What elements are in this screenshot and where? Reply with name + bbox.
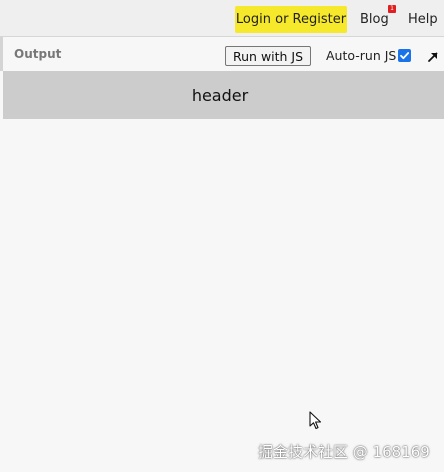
auto-run-js-checkbox[interactable] — [398, 49, 411, 62]
mouse-pointer-icon — [309, 411, 323, 431]
preview-header-block: header — [3, 71, 444, 119]
output-toolbar: Output Run with JS Auto-run JS — [0, 37, 444, 71]
run-with-js-button[interactable]: Run with JS — [225, 46, 312, 66]
watermark: 掘金技术社区 @ 168169 — [258, 443, 430, 461]
login-register-button[interactable]: Login or Register — [235, 6, 347, 33]
auto-run-js-label: Auto-run JS — [326, 48, 397, 63]
top-navigation-bar: Login or Register Blog 1 Help — [0, 0, 444, 37]
arrow-up-right-icon[interactable] — [426, 49, 440, 63]
checkmark-icon — [400, 52, 410, 60]
blog-notification-badge: 1 — [388, 5, 396, 13]
output-panel-title: Output — [14, 47, 62, 61]
blog-link[interactable]: Blog — [360, 6, 389, 33]
help-link[interactable]: Help — [408, 6, 438, 33]
output-preview-area: header — [3, 71, 444, 472]
